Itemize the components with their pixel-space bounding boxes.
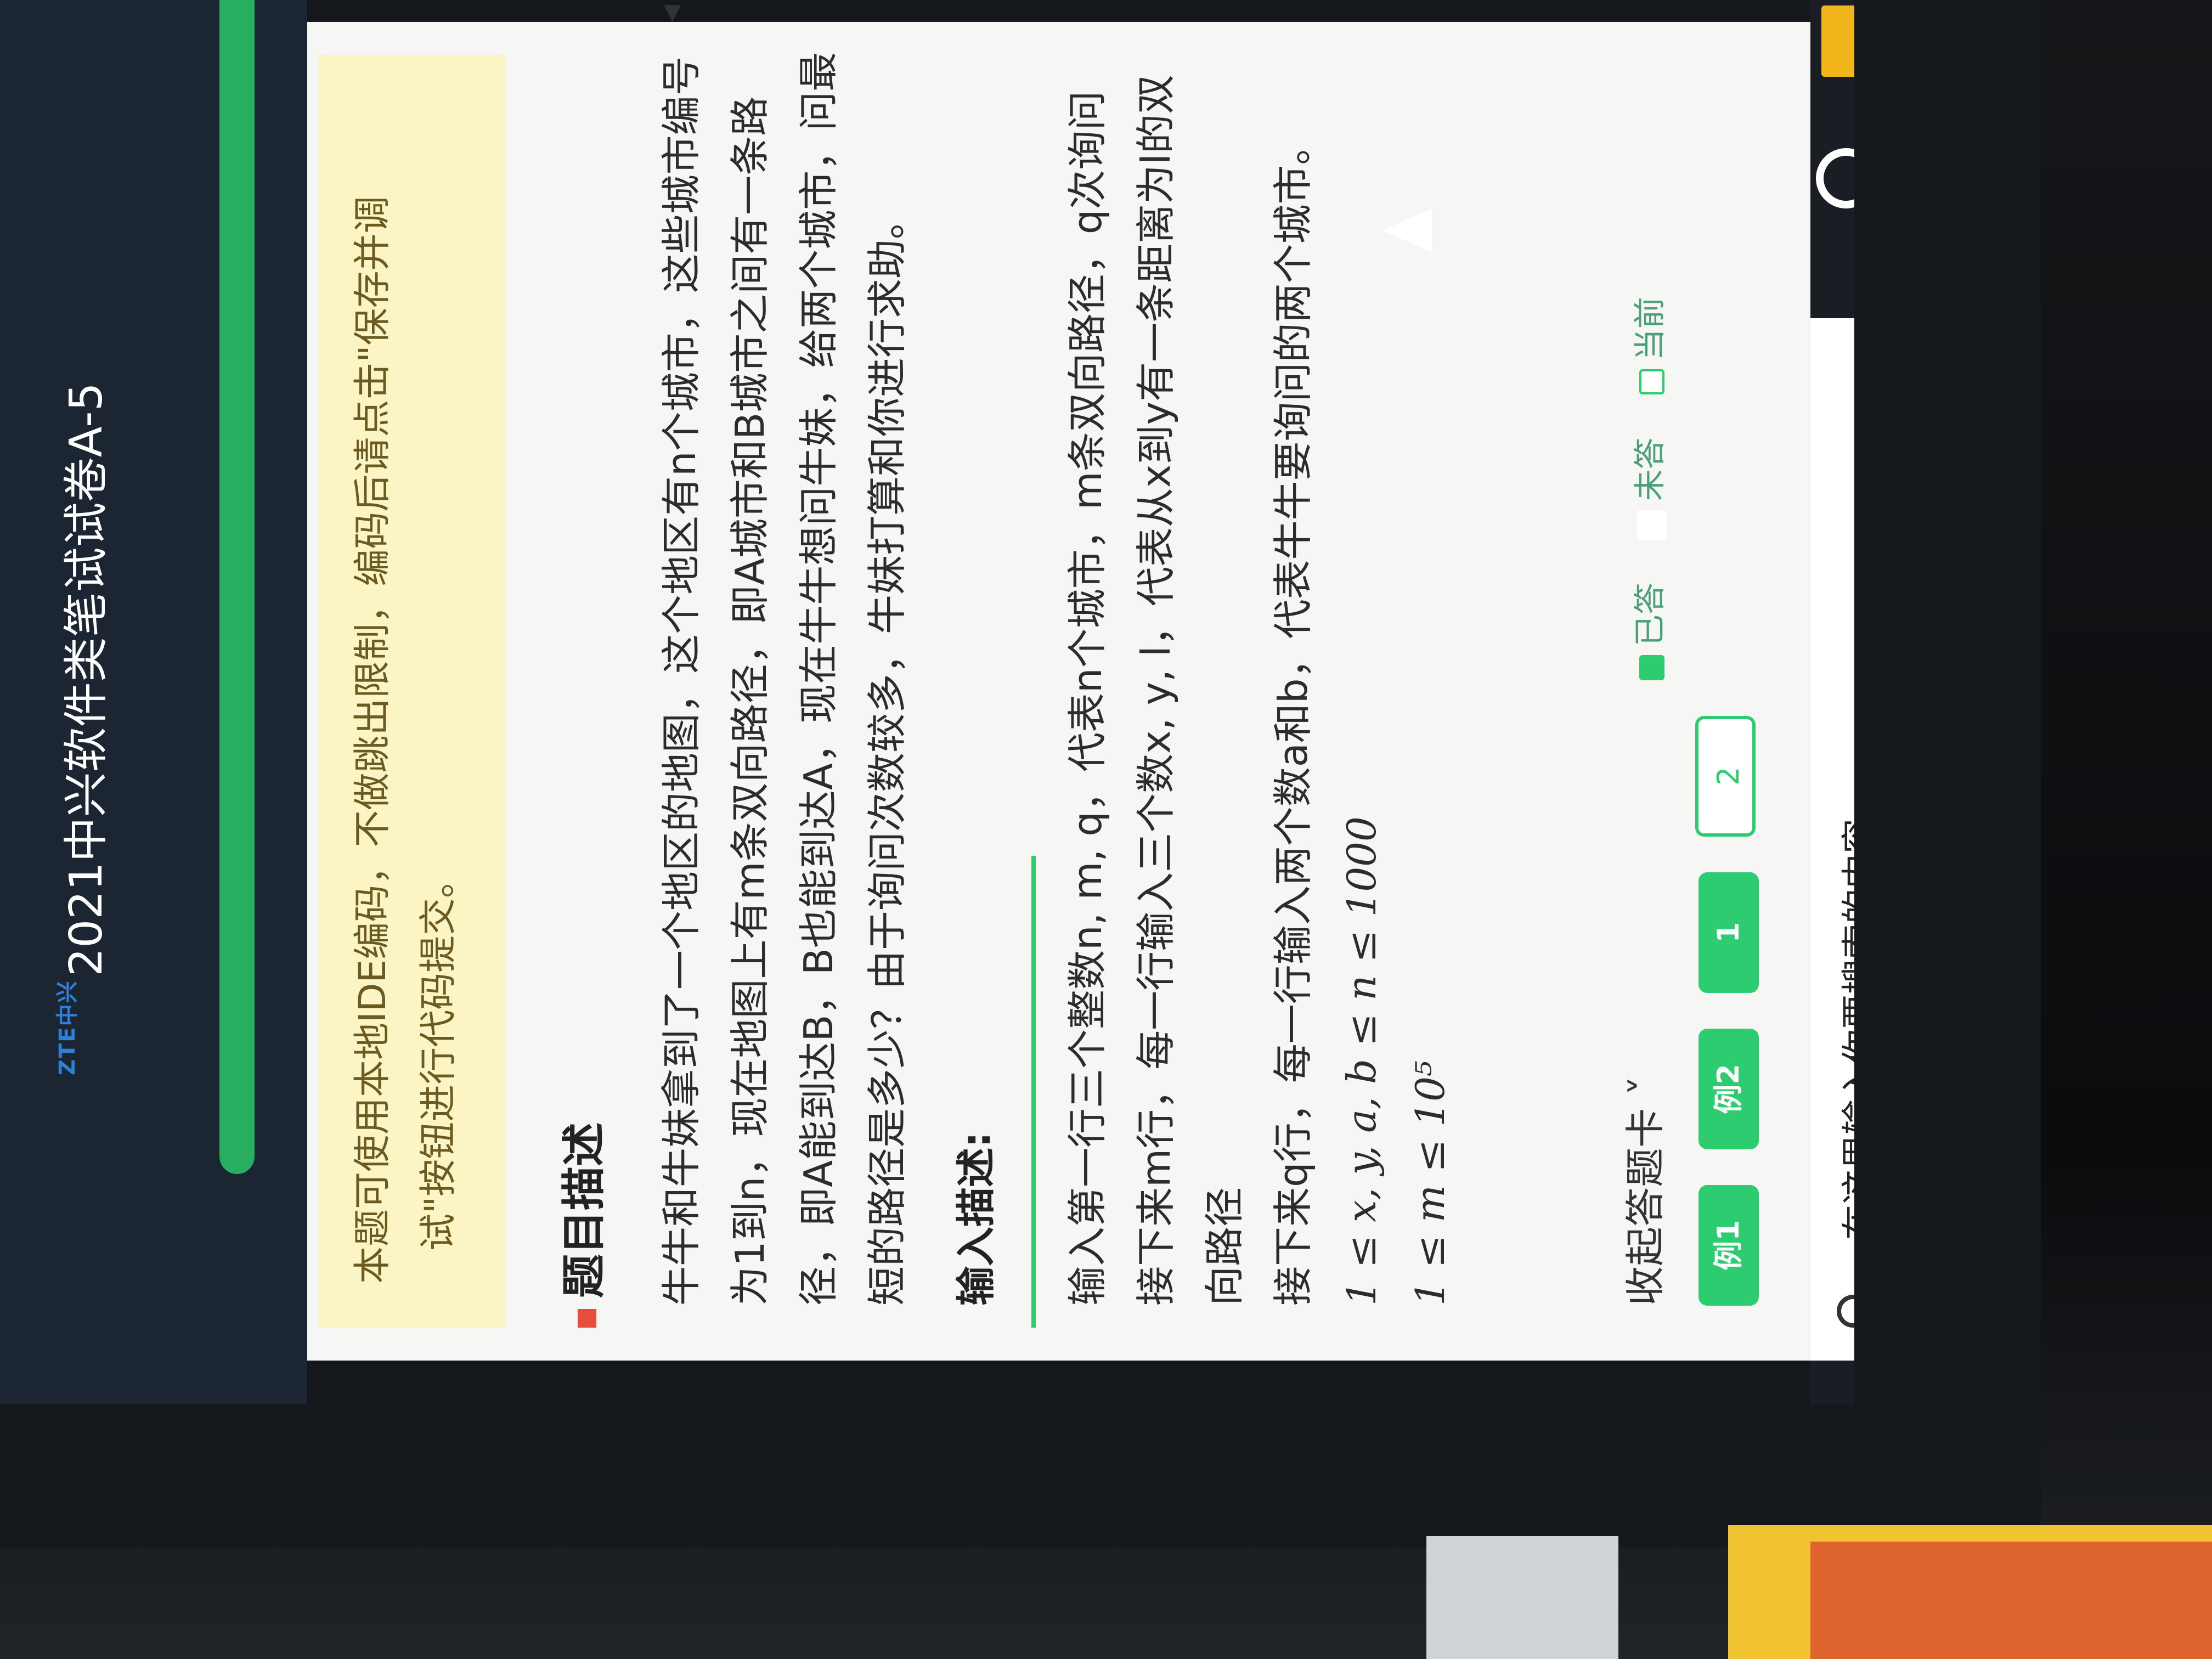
section-title: 题目描述 [549, 1122, 612, 1328]
app-header: ZTE中兴 2021中兴软件类笔试试卷A-5 [0, 0, 307, 1404]
answer-card: 收起答题卡 ˅ 已答 未答 当前 例1 例2 1 2 [1613, 22, 1810, 1361]
question-chips: 例1 例2 1 2 [1695, 683, 1759, 1306]
problem-description: 牛牛和牛妹拿到了一个地区的地图，这个地区有n个城市，这些城市编号为1到n，现在地… [658, 52, 910, 1306]
legend-current-label: 当前 [1631, 297, 1668, 361]
notice-line-2: 试"按钮进行代码提交。 [417, 860, 460, 1251]
zte-logo: ZTE中兴 [55, 980, 80, 1075]
file-explorer-icon[interactable] [1821, 5, 1854, 77]
input-desc-title: 输入描述: [953, 1132, 999, 1306]
legend-done-label: 已答 [1631, 582, 1668, 646]
windows-taskbar: 在这里输入你要搜索的内容 [1810, 0, 1854, 1404]
taskbar-search-placeholder: 在这里输入你要搜索的内容 [1839, 819, 1854, 1240]
chip-question-1[interactable]: 1 [1699, 872, 1759, 993]
collapse-answer-card-button[interactable]: 收起答题卡 ˅ [1613, 1076, 1671, 1306]
legend-current-swatch [1639, 369, 1664, 395]
chip-question-2[interactable]: 2 [1695, 715, 1756, 837]
mouse-cursor-icon [1383, 208, 1432, 252]
exam-title: 2021中兴软件类笔试试卷A-5 [60, 382, 112, 977]
section-bullet-icon [578, 1309, 597, 1328]
chip-example-2[interactable]: 例2 [1699, 1028, 1759, 1149]
legend-not-swatch [1637, 510, 1667, 540]
question-panel: 本题可使用本地IDE编码，不做跳出限制，编码后请点击"保存并调 试"按钮进行代码… [307, 5, 1810, 1361]
input-underline [1031, 856, 1036, 1328]
scroll-arrows[interactable]: ◀ [658, 5, 684, 22]
legend-not-label: 未答 [1631, 437, 1668, 501]
chip-example-1[interactable]: 例1 [1699, 1185, 1759, 1306]
ide-notice: 本题可使用本地IDE编码，不做跳出限制，编码后请点击"保存并调 试"按钮进行代码… [318, 55, 505, 1328]
photo-background: ZTE中兴 2021中兴软件类笔试试卷A-5 本题可使用本地IDE编码，不做跳出… [0, 0, 2212, 1659]
search-icon [1837, 1295, 1854, 1328]
progress-bar [219, 0, 255, 1174]
taskbar-search-input[interactable]: 在这里输入你要搜索的内容 [1810, 318, 1854, 1361]
input-line-2: 接下来m行，每一行输入三个数x, y, l，代表从x到y有一条距离为l的双向路径 [1133, 74, 1248, 1306]
answer-legend: 已答 未答 当前 [1624, 297, 1670, 713]
notice-line-1: 本题可使用本地IDE编码，不做跳出限制，编码后请点击"保存并调 [351, 196, 394, 1284]
section-title-label: 题目描述 [558, 1122, 610, 1298]
desk-object [1426, 1536, 1618, 1659]
rotated-screen: ZTE中兴 2021中兴软件类笔试试卷A-5 本题可使用本地IDE编码，不做跳出… [0, 0, 1854, 1404]
input-line-3: 接下来q行，每一行输入两个数a和b，代表牛牛要询问的两个城市。 [1270, 125, 1316, 1306]
desk-decoration-red [1810, 1542, 2212, 1659]
input-line-1: 输入第一行三个整数n, m, q，代表n个城市，m条双向路径，q次询问 [1064, 91, 1110, 1306]
legend-done-swatch [1639, 655, 1664, 680]
cortana-icon[interactable] [1816, 148, 1854, 208]
